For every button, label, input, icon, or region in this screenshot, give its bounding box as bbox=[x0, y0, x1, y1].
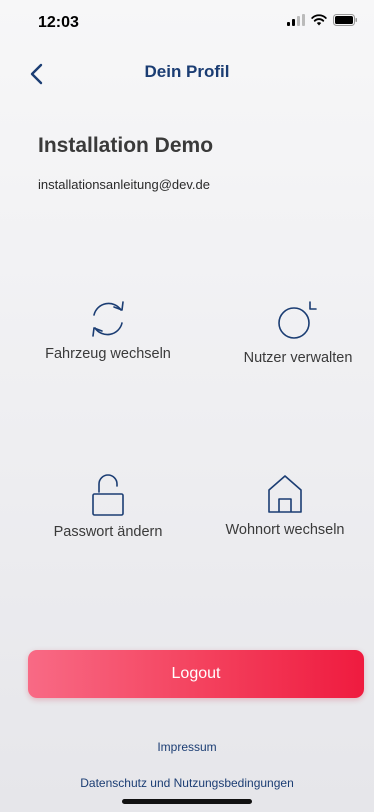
change-password-button[interactable]: Passwort ändern bbox=[23, 470, 193, 580]
status-time: 12:03 bbox=[38, 14, 79, 31]
refresh-icon bbox=[83, 298, 133, 345]
impressum-link[interactable]: Impressum bbox=[0, 740, 374, 754]
change-password-label: Passwort ändern bbox=[53, 524, 163, 540]
signal-icon bbox=[287, 14, 305, 26]
unlock-icon bbox=[90, 472, 126, 523]
privacy-terms-link[interactable]: Datenschutz und Nutzungsbedingungen bbox=[0, 776, 374, 790]
status-icons bbox=[287, 14, 358, 26]
home-indicator bbox=[122, 799, 252, 804]
change-vehicle-label: Fahrzeug wechseln bbox=[45, 346, 171, 362]
battery-icon bbox=[333, 14, 358, 26]
logout-button[interactable]: Logout bbox=[28, 650, 364, 698]
change-address-button[interactable]: Wohnort wechseln bbox=[200, 470, 370, 580]
page-title: Dein Profil bbox=[144, 62, 230, 81]
users-icon bbox=[276, 298, 320, 347]
change-vehicle-button[interactable]: Fahrzeug wechseln bbox=[23, 296, 193, 406]
status-bar: 12:03 bbox=[0, 0, 374, 44]
home-icon bbox=[265, 472, 305, 521]
nav-bar: Dein Profil bbox=[0, 52, 374, 96]
manage-users-label: Nutzer verwalten bbox=[243, 350, 353, 366]
wifi-icon bbox=[311, 14, 327, 26]
change-address-label: Wohnort wechseln bbox=[225, 522, 345, 538]
manage-users-button[interactable]: Nutzer verwalten bbox=[213, 296, 374, 406]
profile-email: installationsanleitung@dev.de bbox=[38, 177, 210, 192]
profile-name: Installation Demo bbox=[38, 134, 214, 157]
